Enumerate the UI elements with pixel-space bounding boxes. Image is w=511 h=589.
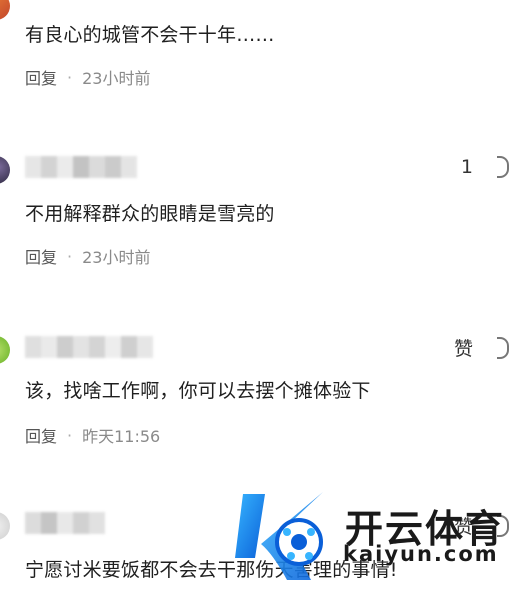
like-area[interactable]: 赞 bbox=[453, 334, 509, 361]
reply-button[interactable]: 回复 bbox=[25, 244, 57, 268]
comment-meta: 回复 · 昨天11:56 bbox=[25, 423, 160, 447]
avatar[interactable] bbox=[0, 512, 10, 540]
brand-domain: kaiyun.com bbox=[343, 542, 499, 566]
like-area[interactable]: 1 bbox=[460, 156, 509, 178]
avatar[interactable] bbox=[0, 336, 10, 364]
comment-time: 23小时前 bbox=[82, 69, 151, 88]
comment-time: 23小时前 bbox=[82, 248, 151, 267]
username-blurred[interactable] bbox=[25, 512, 105, 534]
meta-separator: · bbox=[67, 246, 73, 266]
username-blurred[interactable] bbox=[25, 156, 137, 178]
comment-meta: 回复 · 23小时前 bbox=[25, 244, 150, 268]
like-count: 1 bbox=[460, 156, 473, 178]
comment-text: 不用解释群众的眼睛是雪亮的 bbox=[25, 203, 275, 225]
watermark-logo: 开云体育 kaiyun.com bbox=[225, 488, 511, 589]
thumbs-up-icon[interactable] bbox=[497, 336, 509, 359]
avatar[interactable] bbox=[0, 156, 10, 184]
username-blurred[interactable] bbox=[25, 336, 153, 358]
comment-text: 该，找啥工作啊，你可以去摆个摊体验下 bbox=[25, 380, 371, 402]
comment-time: 昨天11:56 bbox=[82, 427, 161, 446]
like-label: 赞 bbox=[453, 338, 473, 360]
reply-button[interactable]: 回复 bbox=[25, 65, 57, 89]
meta-separator: · bbox=[67, 425, 73, 445]
reply-button[interactable]: 回复 bbox=[25, 423, 57, 447]
comment-meta: 回复 · 23小时前 bbox=[25, 65, 150, 89]
thumbs-up-icon[interactable] bbox=[497, 156, 509, 178]
meta-separator: · bbox=[67, 67, 73, 87]
comment-text: 有良心的城管不会干十年…… bbox=[25, 24, 275, 46]
avatar[interactable] bbox=[0, 0, 10, 20]
brand-logo-icon bbox=[235, 492, 323, 580]
